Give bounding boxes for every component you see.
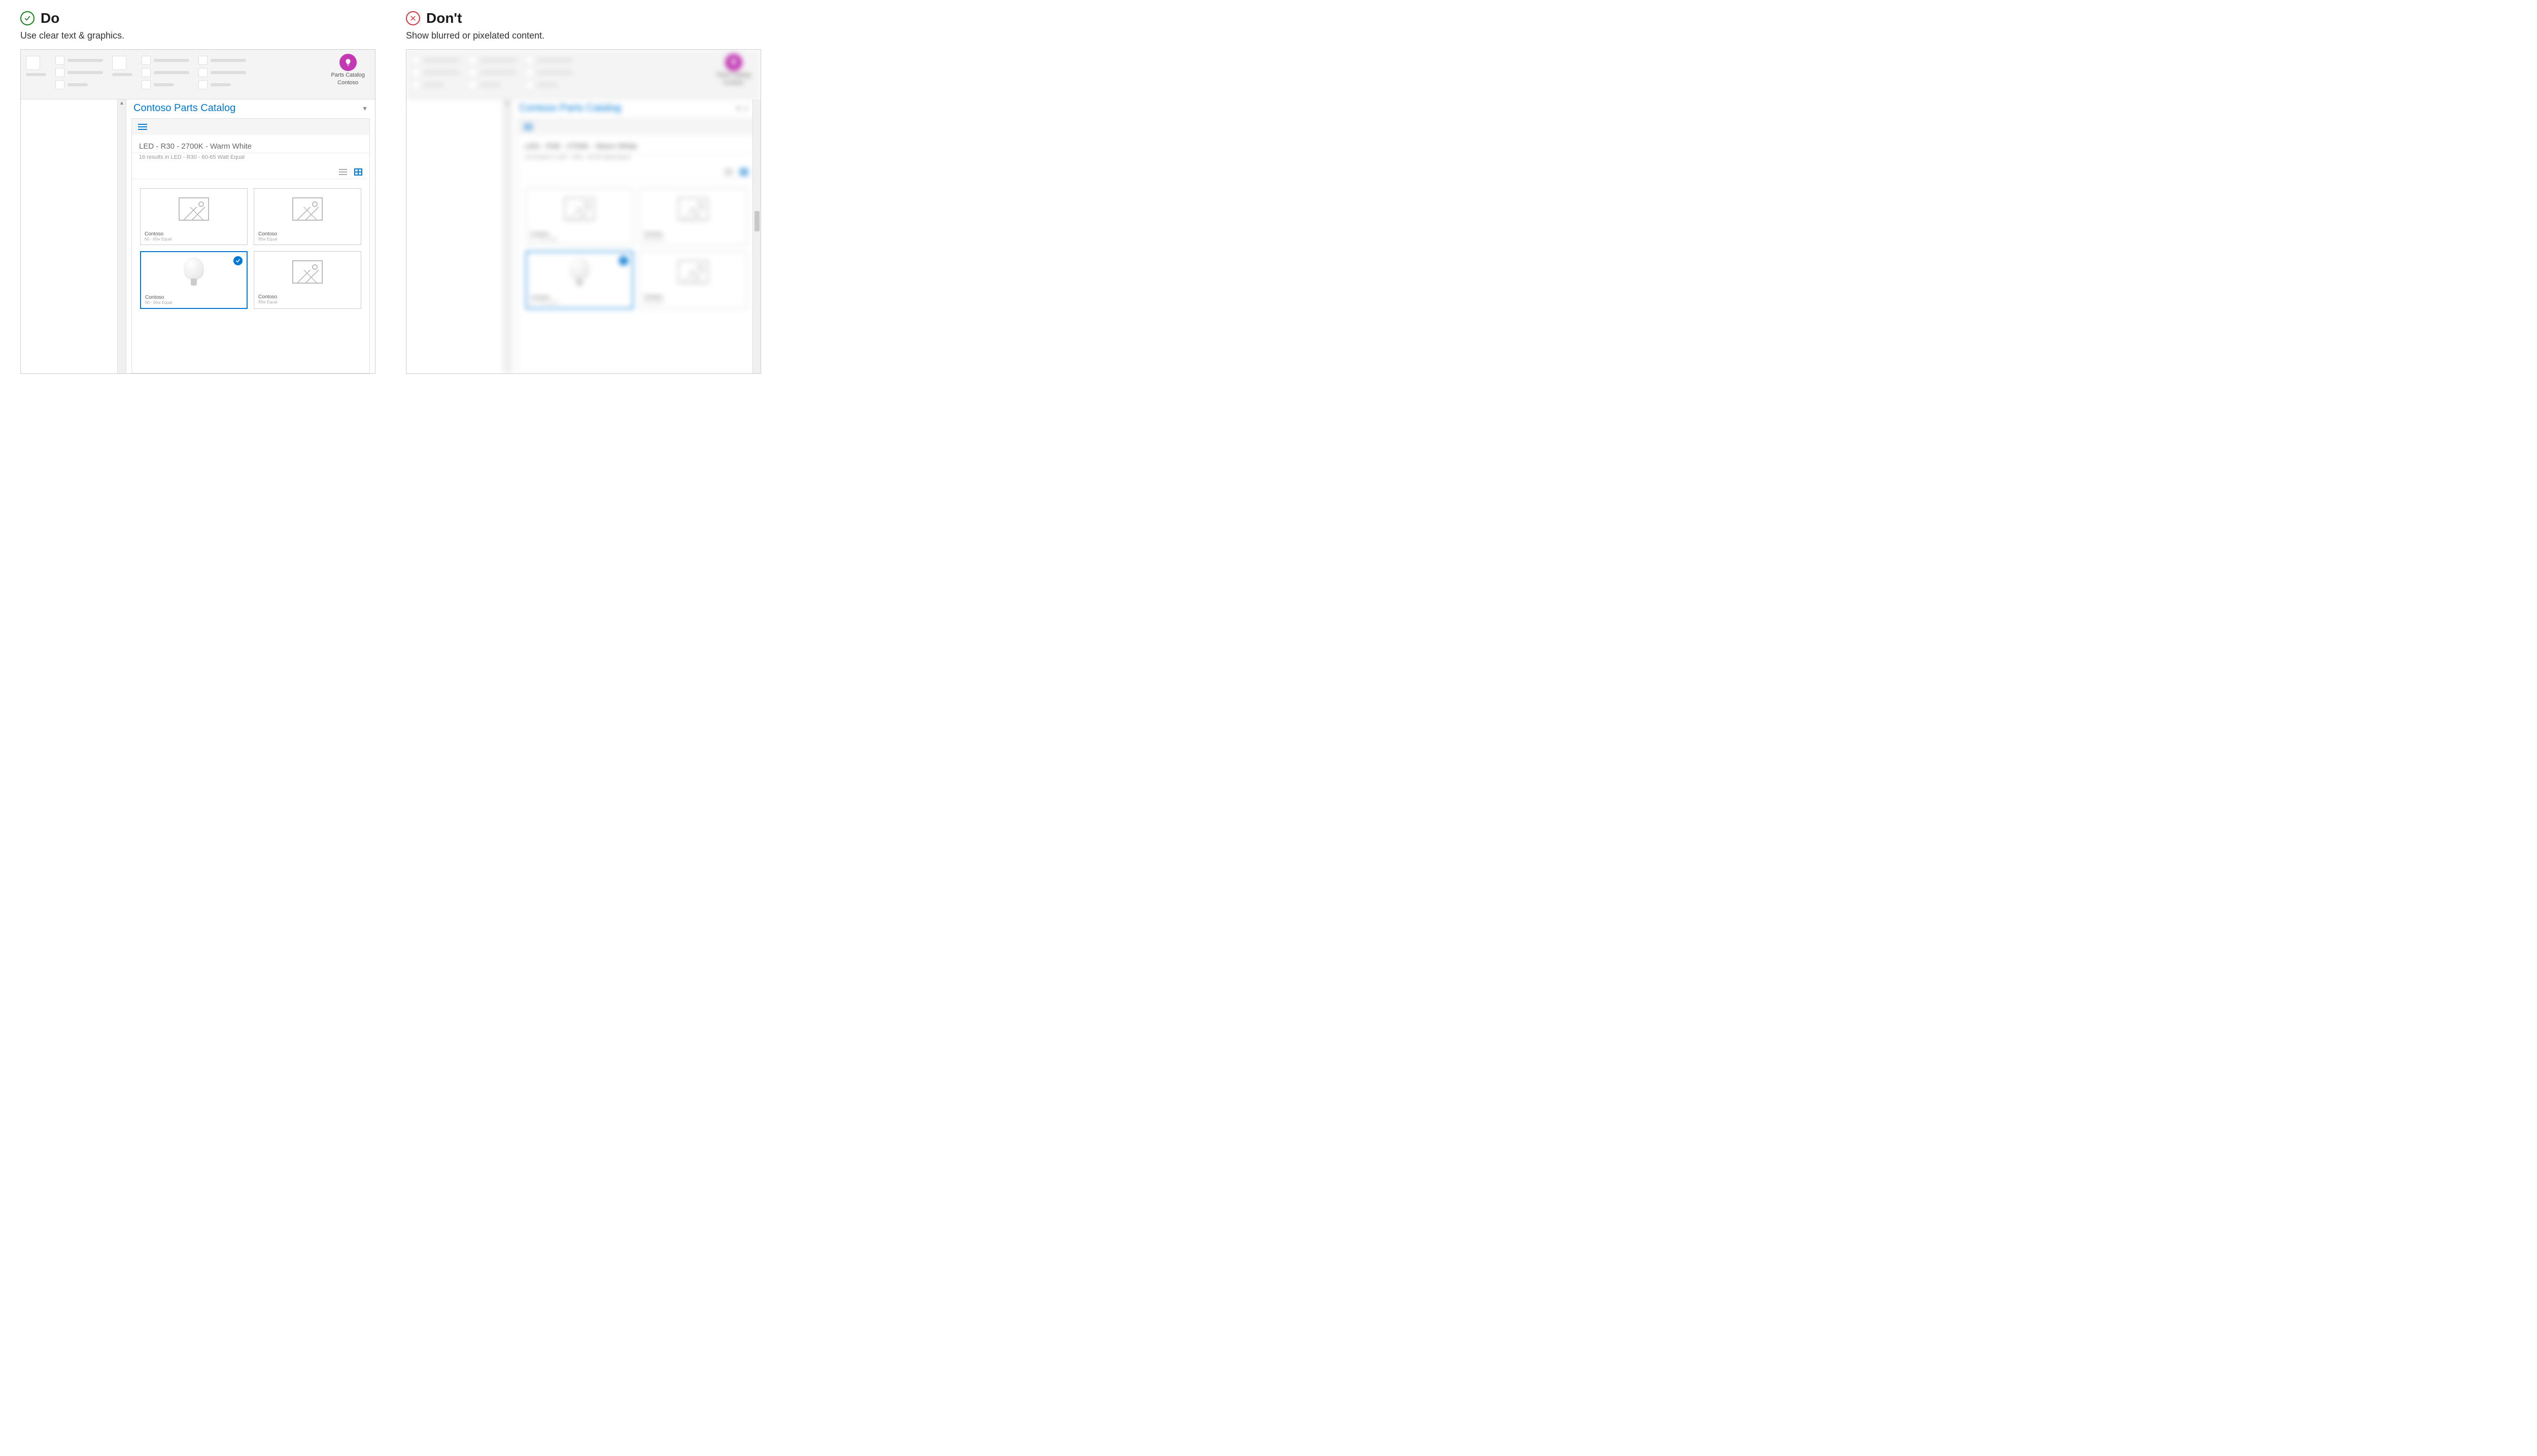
workspace: ▲ Contoso Parts Catalog ▼ LED - R30 - 27… <box>21 99 375 373</box>
do-screenshot: Parts Catalog Contoso ▲ Contoso Parts Ca… <box>20 49 375 374</box>
product-card[interactable]: Contoso60 - 65w Equal <box>140 251 248 309</box>
product-card[interactable]: Contoso85w Equal <box>254 251 361 309</box>
product-card: Contoso60 - 65w Equal <box>526 188 633 245</box>
scroll-up-icon[interactable]: ▲ <box>119 99 124 107</box>
card-sublabel: 60 - 65w Equal <box>526 237 633 241</box>
ribbon-addin-button: Parts Catalog Contoso <box>711 54 756 86</box>
ribbon-button-placeholder[interactable] <box>198 68 208 77</box>
do-panel: Do Use clear text & graphics. <box>20 10 375 374</box>
ribbon-group <box>55 54 103 89</box>
ribbon-button-placeholder[interactable] <box>55 80 64 89</box>
product-card: Contoso85w Equal <box>639 251 747 309</box>
ribbon-group <box>26 54 46 76</box>
bulb-image <box>527 252 632 293</box>
ribbon-button-placeholder[interactable] <box>112 56 126 70</box>
card-sublabel: 60 - 65w Equal <box>141 300 247 305</box>
card-sublabel: 85w Equal <box>254 300 361 304</box>
product-card: Contoso60 - 65w Equal <box>526 251 633 309</box>
card-label: Contoso <box>640 292 746 300</box>
dont-subtitle: Show blurred or pixelated content. <box>406 30 761 41</box>
dont-heading: Don't <box>426 10 462 26</box>
image-placeholder-icon <box>254 252 361 292</box>
taskpane-controls: ▼ ✕ <box>736 105 748 112</box>
check-icon <box>20 11 35 25</box>
taskpane-title: Contoso Parts Catalog <box>133 102 235 114</box>
grid-view-icon <box>740 168 748 176</box>
addin-label-1: Parts Catalog <box>331 72 365 79</box>
do-header: Do <box>20 10 375 26</box>
card-label: Contoso <box>254 229 361 237</box>
product-card[interactable]: Contoso60 - 65w Equal <box>140 188 248 245</box>
product-card: Contoso85w Equal <box>639 188 747 245</box>
scrollbar[interactable]: ▲ <box>117 99 126 373</box>
results-count: 16 results in LED - R30 - 60-65 Watt Equ… <box>132 153 369 165</box>
card-sublabel: 85w Equal <box>640 300 746 304</box>
check-icon <box>619 256 628 265</box>
scrollbar[interactable] <box>752 99 761 373</box>
scrollbar: ▲ <box>503 99 512 373</box>
card-label: Contoso <box>141 229 247 237</box>
hamburger-icon <box>524 124 533 130</box>
card-sublabel: 85w Equal <box>640 237 746 241</box>
lightbulb-icon <box>725 54 742 71</box>
card-label: Contoso <box>527 293 632 300</box>
lightbulb-icon <box>339 54 357 71</box>
hamburger-icon[interactable] <box>138 124 147 130</box>
card-sublabel: 60 - 65w Equal <box>527 300 632 305</box>
check-icon <box>233 256 243 265</box>
ribbon: Parts Catalog Contoso <box>21 50 375 99</box>
task-pane: Contoso Parts Catalog ▼ ✕ LED - R30 - 27… <box>512 99 761 373</box>
ribbon-button-placeholder[interactable] <box>198 56 208 65</box>
product-card[interactable]: Contoso85w Equal <box>254 188 361 245</box>
x-icon <box>406 11 420 25</box>
ribbon-button-placeholder[interactable] <box>142 80 151 89</box>
addin-label-2: Contoso <box>337 80 358 86</box>
do-heading: Do <box>41 10 59 26</box>
ribbon: Parts Catalog Contoso <box>406 50 761 99</box>
card-label: Contoso <box>141 293 247 300</box>
ribbon-button-placeholder[interactable] <box>142 56 151 65</box>
card-sublabel: 60 - 65w Equal <box>141 237 247 241</box>
ribbon-group <box>112 54 132 76</box>
taskpane-toolbar <box>132 119 369 135</box>
ribbon-group <box>198 54 246 89</box>
chevron-down-icon[interactable]: ▼ <box>362 105 368 112</box>
image-placeholder-icon <box>640 252 746 292</box>
image-placeholder-icon <box>141 189 247 229</box>
taskpane-title: Contoso Parts Catalog <box>519 102 621 114</box>
bulb-image <box>141 252 247 293</box>
dont-screenshot: Parts Catalog Contoso ▲ Contoso Parts Ca… <box>406 49 761 374</box>
card-label: Contoso <box>640 229 746 237</box>
ribbon-label-placeholder <box>26 73 46 76</box>
grid-view-icon[interactable] <box>354 168 362 176</box>
document-page <box>21 99 117 373</box>
ribbon-button-placeholder[interactable] <box>142 68 151 77</box>
list-view-icon[interactable] <box>339 168 347 176</box>
ribbon-button-placeholder[interactable] <box>198 80 208 89</box>
scroll-thumb[interactable] <box>755 211 760 231</box>
view-toggle <box>132 165 369 179</box>
ribbon-group <box>142 54 189 89</box>
card-label: Contoso <box>254 292 361 300</box>
product-grid: Contoso60 - 65w EqualContoso85w EqualCon… <box>518 179 755 318</box>
task-pane: Contoso Parts Catalog ▼ LED - R30 - 2700… <box>126 99 375 373</box>
ribbon-button-placeholder[interactable] <box>26 56 40 70</box>
image-placeholder-icon <box>254 189 361 229</box>
dont-header: Don't <box>406 10 761 26</box>
card-label: Contoso <box>526 229 633 237</box>
ribbon-addin-button[interactable]: Parts Catalog Contoso <box>326 54 370 86</box>
do-subtitle: Use clear text & graphics. <box>20 30 375 41</box>
list-view-icon <box>725 168 733 176</box>
ribbon-button-placeholder[interactable] <box>55 68 64 77</box>
image-placeholder-icon <box>640 189 746 229</box>
product-grid: Contoso60 - 65w EqualContoso85w EqualCon… <box>132 179 369 318</box>
card-sublabel: 85w Equal <box>254 237 361 241</box>
dont-panel: Don't Show blurred or pixelated content.… <box>406 10 761 374</box>
breadcrumb: LED - R30 - 2700K - Warm White <box>132 135 369 153</box>
ribbon-button-placeholder[interactable] <box>55 56 64 65</box>
image-placeholder-icon <box>526 189 633 229</box>
workspace: ▲ Contoso Parts Catalog ▼ ✕ LED - R30 - … <box>406 99 761 373</box>
document-page <box>406 99 503 373</box>
